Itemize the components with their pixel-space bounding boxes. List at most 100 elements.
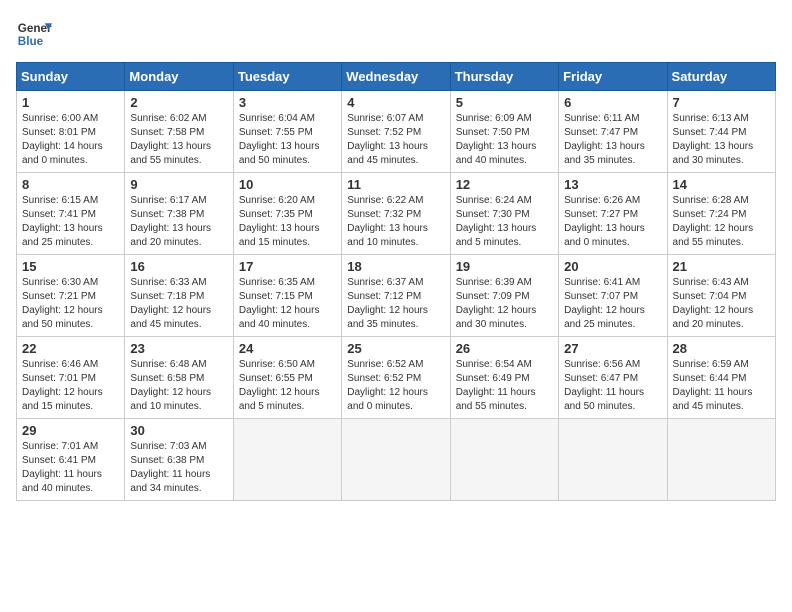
day-info: Sunrise: 6:02 AM Sunset: 7:58 PM Dayligh… xyxy=(130,112,227,168)
day-number: 9 xyxy=(130,177,227,192)
calendar-week-row: 15Sunrise: 6:30 AM Sunset: 7:21 PM Dayli… xyxy=(17,255,776,337)
day-info: Sunrise: 7:01 AM Sunset: 6:41 PM Dayligh… xyxy=(22,440,119,496)
day-info: Sunrise: 6:56 AM Sunset: 6:47 PM Dayligh… xyxy=(564,358,661,414)
page-header: General Blue xyxy=(16,16,776,52)
day-number: 26 xyxy=(456,341,553,356)
calendar-cell: 16 Sunrise: 6:33 AM Sunset: 7:18 PM Dayli… xyxy=(125,255,233,337)
day-number: 22 xyxy=(22,341,119,356)
calendar-cell xyxy=(667,419,775,501)
calendar-cell: 15Sunrise: 6:30 AM Sunset: 7:21 PM Dayli… xyxy=(17,255,125,337)
day-number: 12 xyxy=(456,177,553,192)
calendar-cell: 17 Sunrise: 6:35 AM Sunset: 7:15 PM Dayli… xyxy=(233,255,341,337)
day-info: Sunrise: 6:20 AM Sunset: 7:35 PM Dayligh… xyxy=(239,194,336,250)
day-info: Sunrise: 6:13 AM Sunset: 7:44 PM Dayligh… xyxy=(673,112,770,168)
calendar-cell: 21 Sunrise: 6:43 AM Sunset: 7:04 PM Dayli… xyxy=(667,255,775,337)
calendar-cell: 22 Sunrise: 6:46 AM Sunset: 7:01 PM Dayli… xyxy=(17,337,125,419)
day-number: 30 xyxy=(130,423,227,438)
weekday-header-wednesday: Wednesday xyxy=(342,63,450,91)
day-info: Sunrise: 6:00 AM Sunset: 8:01 PM Dayligh… xyxy=(22,112,119,168)
day-number: 18 xyxy=(347,259,444,274)
day-info: Sunrise: 6:22 AM Sunset: 7:32 PM Dayligh… xyxy=(347,194,444,250)
day-info: Sunrise: 6:37 AM Sunset: 7:12 PM Dayligh… xyxy=(347,276,444,332)
calendar-cell: 12 Sunrise: 6:24 AM Sunset: 7:30 PM Dayli… xyxy=(450,173,558,255)
day-number: 24 xyxy=(239,341,336,356)
calendar-cell: 30 Sunrise: 7:03 AM Sunset: 6:38 PM Dayli… xyxy=(125,419,233,501)
day-info: Sunrise: 6:41 AM Sunset: 7:07 PM Dayligh… xyxy=(564,276,661,332)
calendar-week-row: 8Sunrise: 6:15 AM Sunset: 7:41 PM Daylig… xyxy=(17,173,776,255)
day-info: Sunrise: 6:04 AM Sunset: 7:55 PM Dayligh… xyxy=(239,112,336,168)
day-number: 29 xyxy=(22,423,119,438)
calendar-cell xyxy=(450,419,558,501)
calendar-cell: 10Sunrise: 6:20 AM Sunset: 7:35 PM Dayli… xyxy=(233,173,341,255)
day-number: 20 xyxy=(564,259,661,274)
calendar-cell: 5 Sunrise: 6:09 AM Sunset: 7:50 PM Daylig… xyxy=(450,91,558,173)
calendar-cell: 29 Sunrise: 7:01 AM Sunset: 6:41 PM Dayli… xyxy=(17,419,125,501)
weekday-header-friday: Friday xyxy=(559,63,667,91)
day-number: 1 xyxy=(22,95,119,110)
calendar-cell: 27 Sunrise: 6:56 AM Sunset: 6:47 PM Dayli… xyxy=(559,337,667,419)
calendar-cell xyxy=(559,419,667,501)
day-info: Sunrise: 6:07 AM Sunset: 7:52 PM Dayligh… xyxy=(347,112,444,168)
calendar-cell: 24 Sunrise: 6:50 AM Sunset: 6:55 PM Dayli… xyxy=(233,337,341,419)
day-info: Sunrise: 6:46 AM Sunset: 7:01 PM Dayligh… xyxy=(22,358,119,414)
day-number: 2 xyxy=(130,95,227,110)
day-number: 19 xyxy=(456,259,553,274)
calendar-cell xyxy=(342,419,450,501)
day-info: Sunrise: 6:35 AM Sunset: 7:15 PM Dayligh… xyxy=(239,276,336,332)
day-number: 14 xyxy=(673,177,770,192)
day-number: 11 xyxy=(347,177,444,192)
day-info: Sunrise: 7:03 AM Sunset: 6:38 PM Dayligh… xyxy=(130,440,227,496)
calendar-cell: 9 Sunrise: 6:17 AM Sunset: 7:38 PM Daylig… xyxy=(125,173,233,255)
day-info: Sunrise: 6:33 AM Sunset: 7:18 PM Dayligh… xyxy=(130,276,227,332)
calendar-cell: 11 Sunrise: 6:22 AM Sunset: 7:32 PM Dayli… xyxy=(342,173,450,255)
calendar-cell: 20 Sunrise: 6:41 AM Sunset: 7:07 PM Dayli… xyxy=(559,255,667,337)
day-info: Sunrise: 6:15 AM Sunset: 7:41 PM Dayligh… xyxy=(22,194,119,250)
day-info: Sunrise: 6:43 AM Sunset: 7:04 PM Dayligh… xyxy=(673,276,770,332)
calendar-cell: 8Sunrise: 6:15 AM Sunset: 7:41 PM Daylig… xyxy=(17,173,125,255)
calendar-cell: 2 Sunrise: 6:02 AM Sunset: 7:58 PM Daylig… xyxy=(125,91,233,173)
day-number: 13 xyxy=(564,177,661,192)
day-number: 16 xyxy=(130,259,227,274)
weekday-header-tuesday: Tuesday xyxy=(233,63,341,91)
calendar-cell: 19 Sunrise: 6:39 AM Sunset: 7:09 PM Dayli… xyxy=(450,255,558,337)
day-info: Sunrise: 6:11 AM Sunset: 7:47 PM Dayligh… xyxy=(564,112,661,168)
day-number: 3 xyxy=(239,95,336,110)
weekday-header-row: SundayMondayTuesdayWednesdayThursdayFrid… xyxy=(17,63,776,91)
day-number: 4 xyxy=(347,95,444,110)
day-number: 17 xyxy=(239,259,336,274)
day-number: 28 xyxy=(673,341,770,356)
day-info: Sunrise: 6:24 AM Sunset: 7:30 PM Dayligh… xyxy=(456,194,553,250)
weekday-header-monday: Monday xyxy=(125,63,233,91)
day-info: Sunrise: 6:50 AM Sunset: 6:55 PM Dayligh… xyxy=(239,358,336,414)
calendar-table: SundayMondayTuesdayWednesdayThursdayFrid… xyxy=(16,62,776,501)
day-number: 5 xyxy=(456,95,553,110)
weekday-header-saturday: Saturday xyxy=(667,63,775,91)
day-number: 7 xyxy=(673,95,770,110)
day-number: 6 xyxy=(564,95,661,110)
logo-icon: General Blue xyxy=(16,16,52,52)
day-info: Sunrise: 6:26 AM Sunset: 7:27 PM Dayligh… xyxy=(564,194,661,250)
day-info: Sunrise: 6:09 AM Sunset: 7:50 PM Dayligh… xyxy=(456,112,553,168)
day-number: 23 xyxy=(130,341,227,356)
day-info: Sunrise: 6:17 AM Sunset: 7:38 PM Dayligh… xyxy=(130,194,227,250)
calendar-cell: 3 Sunrise: 6:04 AM Sunset: 7:55 PM Daylig… xyxy=(233,91,341,173)
calendar-week-row: 1 Sunrise: 6:00 AM Sunset: 8:01 PM Daylig… xyxy=(17,91,776,173)
calendar-cell: 23 Sunrise: 6:48 AM Sunset: 6:58 PM Dayli… xyxy=(125,337,233,419)
calendar-week-row: 29 Sunrise: 7:01 AM Sunset: 6:41 PM Dayli… xyxy=(17,419,776,501)
calendar-cell: 25Sunrise: 6:52 AM Sunset: 6:52 PM Dayli… xyxy=(342,337,450,419)
day-number: 21 xyxy=(673,259,770,274)
calendar-cell: 26Sunrise: 6:54 AM Sunset: 6:49 PM Dayli… xyxy=(450,337,558,419)
calendar-cell: 28Sunrise: 6:59 AM Sunset: 6:44 PM Dayli… xyxy=(667,337,775,419)
logo: General Blue xyxy=(16,16,52,52)
calendar-cell: 4 Sunrise: 6:07 AM Sunset: 7:52 PM Daylig… xyxy=(342,91,450,173)
svg-text:Blue: Blue xyxy=(18,35,44,48)
calendar-cell: 7 Sunrise: 6:13 AM Sunset: 7:44 PM Daylig… xyxy=(667,91,775,173)
day-number: 27 xyxy=(564,341,661,356)
calendar-cell: 14 Sunrise: 6:28 AM Sunset: 7:24 PM Dayli… xyxy=(667,173,775,255)
calendar-cell: 13 Sunrise: 6:26 AM Sunset: 7:27 PM Dayli… xyxy=(559,173,667,255)
day-number: 15 xyxy=(22,259,119,274)
day-info: Sunrise: 6:28 AM Sunset: 7:24 PM Dayligh… xyxy=(673,194,770,250)
weekday-header-thursday: Thursday xyxy=(450,63,558,91)
day-info: Sunrise: 6:48 AM Sunset: 6:58 PM Dayligh… xyxy=(130,358,227,414)
day-info: Sunrise: 6:39 AM Sunset: 7:09 PM Dayligh… xyxy=(456,276,553,332)
